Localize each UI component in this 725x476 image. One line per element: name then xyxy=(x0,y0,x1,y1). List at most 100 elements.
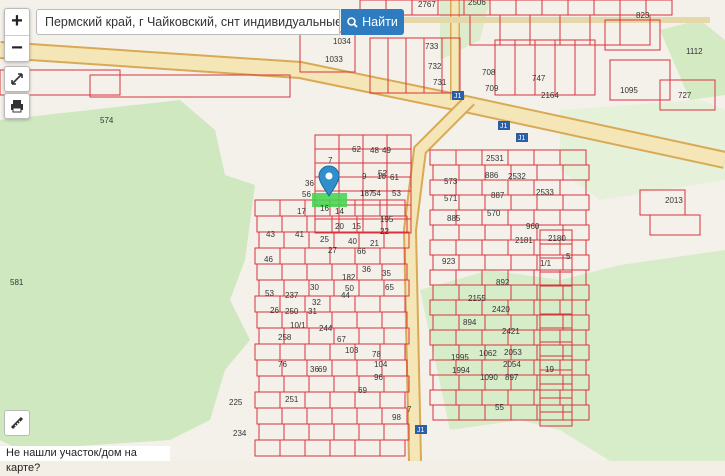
parcel-number-label: 46 xyxy=(264,255,273,264)
parcel-number-label: 62 xyxy=(352,145,361,154)
parcel-number-label: 2181 xyxy=(515,236,533,245)
parcel-number-label: 7 xyxy=(407,405,412,414)
parcel-number-label: 27 xyxy=(328,246,337,255)
parcel-number-label: 2054 xyxy=(503,360,521,369)
parcel-number-label: 2013 xyxy=(665,196,683,205)
svg-text:J1: J1 xyxy=(454,93,462,100)
parcel-number-label: 66 xyxy=(357,247,366,256)
parcel-number-label: 96 xyxy=(374,373,383,382)
zoom-out-button[interactable]: − xyxy=(5,36,29,62)
parcel-number-label: 36 xyxy=(305,179,314,188)
parcel-number-label: 2532 xyxy=(508,172,526,181)
parcel-number-label: 41 xyxy=(295,230,304,239)
search-button-label: Найти xyxy=(362,15,398,29)
parcel-number-label: 26 xyxy=(270,306,279,315)
parcel-number-label: 732 xyxy=(428,62,442,71)
print-button[interactable] xyxy=(4,93,30,119)
parcel-number-label: 1034 xyxy=(333,37,351,46)
road-number-badge: J1 xyxy=(516,133,528,142)
parcel-number-label: 44 xyxy=(341,291,350,300)
parcel-number-label: 35 xyxy=(382,269,391,278)
parcel-number-label: 48 xyxy=(370,146,379,155)
parcel-number-label: 103 xyxy=(345,346,359,355)
parcel-number-label: 2420 xyxy=(492,305,510,314)
parcel-number-label: 54 xyxy=(372,189,381,198)
parcel-number-label: 1995 xyxy=(451,353,469,362)
fullscreen-button[interactable] xyxy=(4,66,30,92)
parcel-number-label: 9 xyxy=(362,172,367,181)
parcel-number-label: 1090 xyxy=(480,373,498,382)
parcel-number-label: 250 xyxy=(285,307,299,316)
parcel-number-label: 53 xyxy=(265,289,274,298)
parcel-number-label: 69 xyxy=(318,365,327,374)
parcel-number-label: 61 xyxy=(390,173,399,182)
parcel-number-label: 36 xyxy=(362,265,371,274)
parcel-number-label: 17 xyxy=(297,207,306,216)
parcel-number-label: 25 xyxy=(320,235,329,244)
parcel-number-label: 55 xyxy=(495,403,504,412)
parcel-number-label: 78 xyxy=(372,350,381,359)
svg-text:J1: J1 xyxy=(500,123,508,130)
search-button[interactable]: Найти xyxy=(341,9,404,35)
parcel-number-label: 67 xyxy=(337,335,346,344)
svg-text:J1: J1 xyxy=(417,427,425,434)
parcel-number-label: 251 xyxy=(285,395,299,404)
parcel-number-label: 237 xyxy=(285,291,299,300)
parcel-number-label: 2053 xyxy=(504,348,522,357)
parcel-number-label: 244 xyxy=(319,324,333,333)
parcel-number-label: 574 xyxy=(100,116,114,125)
parcel-number-label: 727 xyxy=(678,91,692,100)
zoom-control: + − xyxy=(4,8,30,62)
parcel-number-label: 2164 xyxy=(541,91,559,100)
parcel-number-label: 885 xyxy=(447,214,461,223)
measure-button[interactable] xyxy=(4,410,30,436)
parcel-number-label: 2531 xyxy=(486,154,504,163)
parcel-number-label: 43 xyxy=(266,230,275,239)
parcel-number-label: 52 xyxy=(378,169,387,178)
parcel-number-label: 53 xyxy=(392,189,401,198)
parcel-number-label: 2533 xyxy=(536,188,554,197)
parcel-number-label: 195 xyxy=(380,215,394,224)
parcel-number-label: 571 xyxy=(444,194,458,203)
parcel-number-label: 709 xyxy=(485,84,499,93)
parcel-number-label: 1095 xyxy=(620,86,638,95)
parcel-number-label: 923 xyxy=(442,257,456,266)
parcel-number-label: 22 xyxy=(380,227,389,236)
parcel-number-label: 1/1 xyxy=(540,259,552,268)
parcel-number-label: 19 xyxy=(545,365,554,374)
parcel-number-label: 708 xyxy=(482,68,496,77)
parcel-number-label: 886 xyxy=(485,171,499,180)
parcel-number-label: 2767 xyxy=(418,0,436,9)
parcel-number-label: 573 xyxy=(444,177,458,186)
zoom-in-button[interactable]: + xyxy=(5,9,29,36)
ruler-icon xyxy=(10,416,24,430)
road-number-badge: J1 xyxy=(498,121,510,130)
parcel-number-label: 104 xyxy=(374,360,388,369)
parcel-number-label: 1062 xyxy=(479,349,497,358)
parcel-number-label: 894 xyxy=(463,318,477,327)
parcel-number-label: 32 xyxy=(312,298,321,307)
search-input[interactable]: Пермский край, г Чайковский, снт индивид… xyxy=(36,9,340,35)
parcel-number-label: 10/1 xyxy=(290,321,306,330)
parcel-number-label: 887 xyxy=(491,191,505,200)
parcel-number-label: 1033 xyxy=(325,55,343,64)
missing-parcel-link[interactable]: Не нашли участок/дом на карте? xyxy=(0,446,170,474)
parcel-number-label: 733 xyxy=(425,42,439,51)
parcel-number-label: 225 xyxy=(229,398,243,407)
parcel-number-label: 747 xyxy=(532,74,546,83)
parcel-number-label: 20 xyxy=(335,222,344,231)
parcel-number-label: 98 xyxy=(392,413,401,422)
parcel-number-label: 65 xyxy=(385,283,394,292)
cadastral-map[interactable]: 2767 250682310341033733732731708709747216… xyxy=(0,0,725,461)
parcel-number-label: 16 xyxy=(320,204,329,213)
parcel-number-label: 234 xyxy=(233,429,247,438)
parcel-number-label: 2180 xyxy=(548,234,566,243)
parcel-number-label: 1112 xyxy=(686,47,703,56)
road-number-badge: J1 xyxy=(452,91,464,100)
parcel-number-label: 15 xyxy=(352,222,361,231)
parcel-number-label: 31 xyxy=(308,307,317,316)
parcel-number-label: 21 xyxy=(370,239,379,248)
parcel-number-label: 36 xyxy=(310,365,319,374)
parcel-number-label: 49 xyxy=(382,146,391,155)
parcel-number-label: 56 xyxy=(302,190,311,199)
